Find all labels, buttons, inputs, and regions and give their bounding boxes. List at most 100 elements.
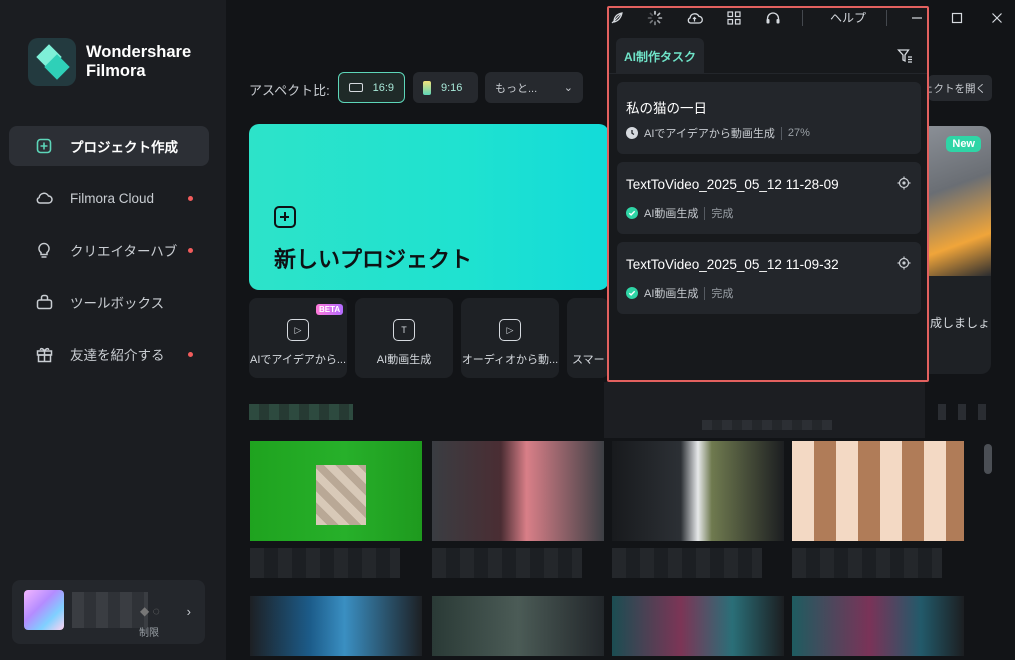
beta-badge: BETA [316,304,344,315]
grid-apps-icon[interactable] [725,9,743,27]
scrollbar-thumb[interactable] [984,444,992,474]
thumbnail-caption-blurred [250,548,400,578]
thumbnail-content-blurred [316,465,366,525]
chevron-right-icon[interactable]: › [187,604,191,619]
aspect-16-9-button[interactable]: 16:9 [338,72,405,103]
tab-ai-tasks[interactable]: AI制作タスク [616,38,704,74]
locate-icon[interactable] [897,176,911,190]
promo-card[interactable]: New 成しましょ [928,126,991,374]
project-thumbnail[interactable] [792,441,964,541]
task-item[interactable]: TextToVideo_2025_05_12 11-28-09 AI動画生成 完… [617,162,921,234]
task-type: AIでアイデアから動画生成 [644,128,775,140]
check-circle-icon [626,207,638,219]
tool-smart[interactable]: スマート [567,298,609,378]
maximize-icon[interactable] [948,9,966,27]
sidebar: Wondershare Filmora プロジェクト作成 Filmora Clo… [0,0,226,660]
tool-audio-to-video[interactable]: ▷ オーディオから動... [461,298,559,378]
titlebar-divider [886,10,887,26]
sidebar-item-refer-friend[interactable]: 友達を紹介する [9,334,209,374]
task-type: AI動画生成 [644,208,699,220]
project-thumbnail[interactable] [432,441,604,541]
landscape-icon [349,83,363,92]
task-item[interactable]: 私の猫の一日 AIでアイデアから動画生成 27% [617,82,921,154]
brand-line-2: Filmora [86,62,146,80]
project-thumbnail[interactable] [792,596,964,656]
sidebar-item-creator-hub[interactable]: クリエイターハブ [9,230,209,270]
aspect-9-16-button[interactable]: 9:16 [413,72,478,103]
thumbnail-caption-blurred [792,548,942,578]
tool-ai-idea-to-video[interactable]: BETA ▷ AIでアイデアから... [249,298,347,378]
task-meta: AI動画生成 完成 [626,285,733,301]
lightbulb-icon [35,241,53,259]
project-thumbnail[interactable] [432,596,604,656]
sidebar-item-label: 友達を紹介する [70,348,165,363]
open-project-button[interactable]: ジェクトを開く [928,75,992,101]
close-icon[interactable] [988,9,1006,27]
cloud-upload-icon[interactable] [685,9,703,27]
notification-dot [188,352,193,357]
app-logo[interactable]: Wondershare Filmora [28,38,191,86]
toolbox-icon [35,293,53,311]
task-title: 私の猫の一日 [626,101,707,116]
tool-label: AI動画生成 [376,354,432,366]
sidebar-item-label: クリエイターハブ [70,244,178,259]
account-name-blurred [72,592,148,628]
project-thumbnail[interactable] [612,441,784,541]
tab-divider [609,73,927,74]
aspect-option-label: 9:16 [441,81,463,94]
minimize-icon[interactable] [908,9,926,27]
task-title: TextToVideo_2025_05_12 11-28-09 [626,177,839,192]
filter-icon[interactable] [897,48,913,64]
promo-text: 成しましょ [930,316,991,330]
tool-ai-video-generation[interactable]: T AI動画生成 [355,298,453,378]
help-menu[interactable]: ヘルプ [830,9,866,26]
meta-divider [704,286,706,300]
sidebar-nav: プロジェクト作成 Filmora Cloud クリエイターハブ ツールボックス [9,126,209,386]
task-item[interactable]: TextToVideo_2025_05_12 11-09-32 AI動画生成 完… [617,242,921,314]
text-to-video-icon: T [393,319,415,341]
chevron-down-icon: ⌄ [563,82,573,94]
brand-line-1: Wondershare [86,43,192,61]
sidebar-item-label: Filmora Cloud [70,190,155,206]
sidebar-item-filmora-cloud[interactable]: Filmora Cloud [9,178,209,218]
more-aspect-dropdown[interactable]: もっと... ⌄ [485,72,583,103]
feather-icon[interactable] [608,9,626,27]
plus-square-icon [35,137,53,155]
task-status: 完成 [711,208,734,220]
aspect-option-label: 16:9 [372,81,394,94]
check-circle-icon [626,287,638,299]
plus-square-icon [274,206,296,228]
project-thumbnail[interactable] [250,441,422,541]
notification-dot [188,248,193,253]
sidebar-item-toolbox[interactable]: ツールボックス [9,282,209,322]
tool-label: AIでアイデアから... [249,354,346,366]
new-project-card[interactable]: 新しいプロジェクト [249,124,609,290]
headset-support-icon[interactable] [764,9,782,27]
ai-idea-video-icon: ▷ [287,319,309,341]
sidebar-item-create-project[interactable]: プロジェクト作成 [9,126,209,166]
new-badge: New [946,136,981,152]
brand-name: Wondershare Filmora [86,43,191,81]
thumbnail-caption-blurred [432,548,582,578]
locate-icon[interactable] [897,256,911,270]
aspect-ratio-label: アスペクト比: [249,83,330,98]
task-title: TextToVideo_2025_05_12 11-09-32 [626,257,839,272]
portrait-icon [423,80,431,95]
thumbnail-caption-blurred [612,548,762,578]
ai-task-spinner-icon[interactable] [646,9,664,27]
project-thumbnail[interactable] [612,596,784,656]
view-toggle-icons-blurred[interactable] [938,404,994,420]
account-status-icons: ◆ ◌ [140,604,160,618]
sidebar-item-label: ツールボックス [70,296,165,311]
filmora-logo-icon [28,38,76,86]
cloud-icon [35,189,53,207]
task-meta: AI動画生成 完成 [626,205,733,221]
titlebar-divider [802,10,803,26]
tool-label: スマート [572,354,609,366]
meta-divider [704,206,706,220]
project-thumbnail[interactable] [250,596,422,656]
avatar[interactable] [24,590,64,630]
account-panel[interactable]: ◆ ◌ 制限 › [12,580,205,644]
tool-label: オーディオから動... [461,354,559,366]
task-meta: AIでアイデアから動画生成 27% [626,125,810,141]
